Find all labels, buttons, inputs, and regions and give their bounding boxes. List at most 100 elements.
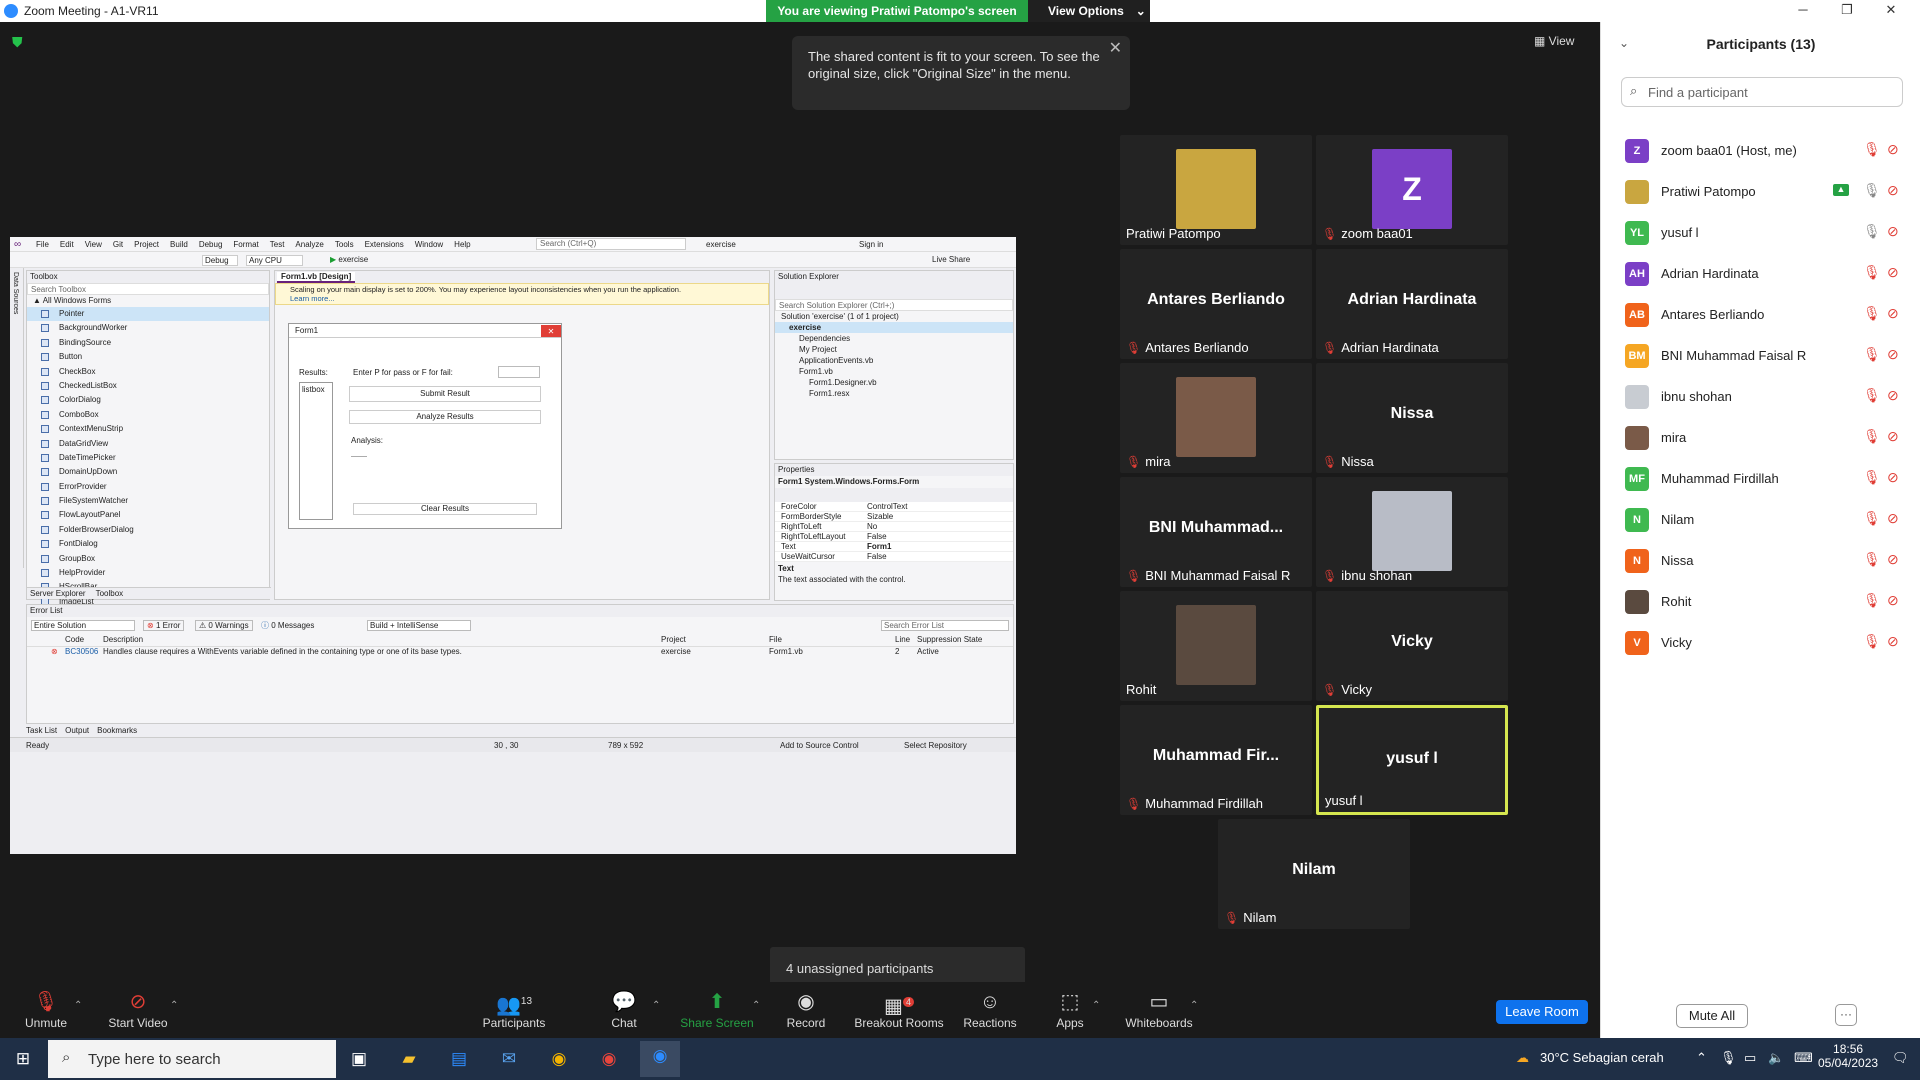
participant-row[interactable]: ibnu shohan 🎙 ⊘ bbox=[1601, 377, 1920, 418]
minimize-button[interactable]: ─ bbox=[1780, 2, 1826, 20]
clock[interactable]: 18:56 05/04/2023 bbox=[1818, 1042, 1878, 1070]
participant-search-input[interactable]: ⌕ Find a participant bbox=[1621, 77, 1903, 107]
participant-row[interactable]: mira 🎙 ⊘ bbox=[1601, 418, 1920, 459]
start-video-button[interactable]: ⊘ Start Video bbox=[100, 982, 176, 1038]
whiteboards-caret-icon[interactable]: ⌃ bbox=[1190, 1000, 1198, 1011]
unmute-button[interactable]: 🎙 Unmute bbox=[18, 982, 74, 1038]
participants-button[interactable]: 👥13 Participants bbox=[476, 982, 552, 1038]
mic-tray-icon[interactable]: 🎙 bbox=[1720, 1050, 1737, 1066]
more-options-button[interactable]: ··· bbox=[1835, 1004, 1857, 1026]
participant-name: BNI Muhammad Faisal R bbox=[1145, 568, 1291, 583]
apps-button[interactable]: ⬚ Apps bbox=[1052, 982, 1088, 1038]
participant-name: Adrian Hardinata bbox=[1341, 340, 1439, 355]
chrome-profile-icon[interactable]: ◉ bbox=[594, 1044, 624, 1074]
share-screen-button[interactable]: ⬆ Share Screen bbox=[678, 982, 756, 1038]
store-icon[interactable]: ▤ bbox=[444, 1044, 474, 1074]
close-button[interactable]: ✕ bbox=[1868, 2, 1914, 20]
tray-chevron-icon[interactable]: ⌃ bbox=[1696, 1050, 1707, 1066]
apps-caret-icon[interactable]: ⌃ bbox=[1092, 1000, 1100, 1011]
muted-mic-icon[interactable]: 🎙 bbox=[1863, 592, 1881, 609]
muted-mic-icon[interactable]: 🎙 bbox=[1863, 469, 1881, 486]
participant-row[interactable]: AH Adrian Hardinata 🎙 ⊘ bbox=[1601, 254, 1920, 295]
participant-video-tile[interactable]: Adrian Hardinata 🎙 Adrian Hardinata bbox=[1316, 249, 1508, 359]
audio-options-caret-icon[interactable]: ⌃ bbox=[74, 1000, 82, 1011]
avatar: N bbox=[1625, 549, 1649, 573]
participant-photo bbox=[1372, 491, 1452, 571]
meeting-toolbar: 🎙 Unmute ⌃ ⊘ Start Video ⌃ 👥13 Participants… bbox=[0, 982, 1600, 1038]
video-options-caret-icon[interactable]: ⌃ bbox=[170, 1000, 178, 1011]
participant-video-tile[interactable]: Muhammad Fir... 🎙 Muhammad Firdillah bbox=[1120, 705, 1312, 815]
file-explorer-icon[interactable]: ▰ bbox=[394, 1044, 424, 1074]
taskbar-search-input[interactable]: ⌕ Type here to search bbox=[48, 1040, 336, 1078]
start-video-label: Start Video bbox=[108, 1016, 168, 1030]
participant-row[interactable]: Rohit 🎙 ⊘ bbox=[1601, 582, 1920, 623]
breakout-rooms-button[interactable]: ▦ 4 Breakout Rooms bbox=[852, 982, 946, 1038]
record-button[interactable]: ◉ Record bbox=[782, 982, 830, 1038]
keyboard-icon[interactable]: ⌨ bbox=[1794, 1050, 1813, 1066]
mail-icon[interactable]: ✉ bbox=[494, 1044, 524, 1074]
apps-icon: ⬚ bbox=[1060, 991, 1080, 1013]
muted-mic-icon[interactable]: 🎙 bbox=[1863, 305, 1881, 322]
muted-mic-icon[interactable]: 🎙 bbox=[1863, 141, 1881, 158]
muted-mic-icon[interactable]: 🎙 bbox=[1863, 346, 1881, 363]
participant-row[interactable]: N Nilam 🎙 ⊘ bbox=[1601, 500, 1920, 541]
participant-video-tile[interactable]: Z 🎙 zoom baa01 bbox=[1316, 135, 1508, 245]
chrome-icon[interactable]: ◉ bbox=[544, 1044, 574, 1074]
muted-mic-icon[interactable]: 🎙 bbox=[1863, 387, 1881, 404]
notifications-icon[interactable]: 🗨 bbox=[1892, 1050, 1909, 1066]
mute-all-button[interactable]: Mute All bbox=[1676, 1004, 1748, 1028]
share-label: Share Screen bbox=[680, 1016, 754, 1030]
windows-start-icon[interactable]: ⊞ bbox=[8, 1044, 38, 1074]
task-view-icon[interactable]: ▣ bbox=[344, 1044, 374, 1074]
participant-video-tile[interactable]: Rohit bbox=[1120, 591, 1312, 701]
participant-row[interactable]: Zzoom baa01 (Host, me) 🎙 ⊘ bbox=[1601, 131, 1920, 172]
participant-video-tile[interactable]: Antares Berliando 🎙 Antares Berliando bbox=[1120, 249, 1312, 359]
breakout-grid-icon: ▦ 4 bbox=[852, 988, 946, 1018]
muted-mic-icon: 🎙 bbox=[1126, 341, 1142, 355]
muted-mic-icon[interactable]: 🎙 bbox=[1863, 510, 1881, 527]
participant-video-tile[interactable]: 🎙 mira bbox=[1120, 363, 1312, 473]
participant-video-tile[interactable]: BNI Muhammad... 🎙 BNI Muhammad Faisal R bbox=[1120, 477, 1312, 587]
leave-room-button[interactable]: Leave Room bbox=[1496, 1000, 1588, 1024]
muted-mic-icon[interactable]: 🎙 bbox=[1863, 223, 1881, 240]
network-icon[interactable]: ▭ bbox=[1744, 1050, 1756, 1066]
chat-caret-icon[interactable]: ⌃ bbox=[652, 1000, 660, 1011]
muted-mic-icon[interactable]: 🎙 bbox=[1863, 264, 1881, 281]
weather-text[interactable]: 30°C Sebagian cerah bbox=[1540, 1050, 1664, 1065]
participants-panel: ⌄ Participants (13) ⌕ Find a participant… bbox=[1600, 22, 1920, 1038]
participant-video-tile[interactable]: Nissa 🎙 Nissa bbox=[1316, 363, 1508, 473]
share-caret-icon[interactable]: ⌃ bbox=[752, 1000, 760, 1011]
participant-name: ibnu shohan bbox=[1661, 389, 1732, 404]
participant-video-tile[interactable]: yusuf l yusuf l bbox=[1316, 705, 1508, 815]
participant-video-tile[interactable]: Pratiwi Patompo bbox=[1120, 135, 1312, 245]
weather-icon: ☁ bbox=[1516, 1050, 1529, 1065]
participant-row[interactable]: Pratiwi Patompo 🎙 ⊘ ▲ bbox=[1601, 172, 1920, 213]
whiteboards-button[interactable]: ▭ Whiteboards bbox=[1124, 982, 1194, 1038]
participant-name-tag: Rohit bbox=[1126, 682, 1156, 697]
apps-label: Apps bbox=[1056, 1016, 1084, 1030]
muted-mic-icon[interactable]: 🎙 bbox=[1863, 428, 1881, 445]
participant-display-name: Adrian Hardinata bbox=[1347, 291, 1477, 308]
participant-video-tile[interactable]: Vicky 🎙 Vicky bbox=[1316, 591, 1508, 701]
participant-row[interactable]: AB Antares Berliando 🎙 ⊘ bbox=[1601, 295, 1920, 336]
participant-row[interactable]: V Vicky 🎙 ⊘ bbox=[1601, 623, 1920, 664]
participant-row[interactable]: MF Muhammad Firdillah 🎙 ⊘ bbox=[1601, 459, 1920, 500]
whiteboard-icon: ▭ bbox=[1149, 991, 1169, 1013]
people-icon: 👥13 bbox=[495, 994, 533, 1017]
reactions-button[interactable]: ☺ Reactions bbox=[962, 982, 1018, 1038]
participant-row[interactable]: N Nissa 🎙 ⊘ bbox=[1601, 541, 1920, 582]
participant-name: BNI Muhammad Faisal R bbox=[1661, 348, 1807, 363]
muted-mic-icon[interactable]: 🎙 bbox=[1863, 182, 1881, 199]
participant-row[interactable]: BM BNI Muhammad Faisal R 🎙 ⊘ bbox=[1601, 336, 1920, 377]
avatar: YL bbox=[1625, 221, 1649, 245]
muted-mic-icon[interactable]: 🎙 bbox=[1863, 633, 1881, 650]
muted-mic-icon[interactable]: 🎙 bbox=[1863, 551, 1881, 568]
participant-video-tile[interactable]: 🎙 ibnu shohan bbox=[1316, 477, 1508, 587]
chat-button[interactable]: 💬 Chat bbox=[598, 982, 650, 1038]
zoom-taskbar-icon[interactable]: ◉ bbox=[640, 1041, 680, 1077]
volume-icon[interactable]: 🔈 bbox=[1768, 1050, 1784, 1066]
view-options-button[interactable]: View Options ⌄ bbox=[1028, 0, 1150, 22]
participant-video-tile[interactable]: Nilam 🎙 Nilam bbox=[1218, 819, 1410, 929]
restore-button[interactable]: ❐ bbox=[1824, 2, 1870, 20]
participant-row[interactable]: YL yusuf l 🎙 ⊘ bbox=[1601, 213, 1920, 254]
